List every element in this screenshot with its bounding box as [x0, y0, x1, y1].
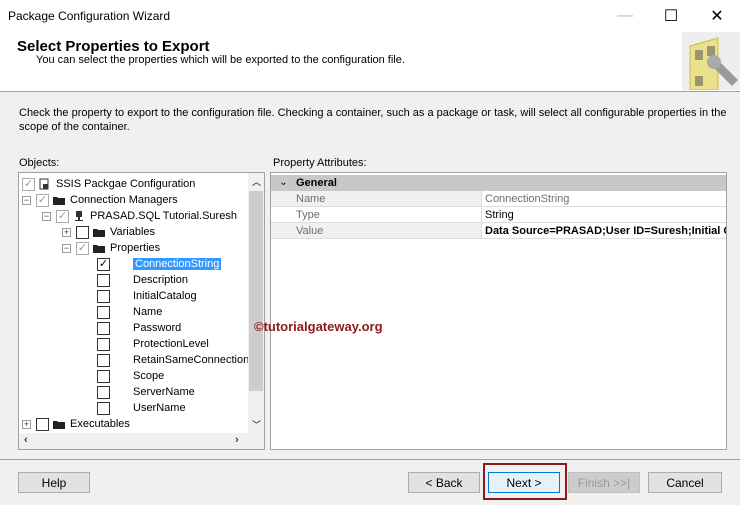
connection-icon	[75, 211, 83, 221]
scroll-left-icon[interactable]: ‹	[24, 434, 28, 446]
checkbox[interactable]	[97, 337, 110, 351]
property-grid[interactable]: ⌄ General Name ConnectionString Type String…	[270, 172, 727, 450]
wizard-header: Select Properties to Export You can sele…	[0, 32, 740, 92]
tree-item[interactable]: Scope	[97, 368, 164, 384]
property-value: Data Source=PRASAD;User ID=Suresh;Initia…	[481, 223, 726, 239]
chevron-down-icon[interactable]: ⌄	[271, 175, 296, 191]
tree-item[interactable]: + Variables	[62, 224, 155, 240]
tree-item[interactable]: − ✓ Properties	[62, 240, 160, 256]
page-title: Select Properties to Export	[17, 38, 210, 55]
tree-item[interactable]: − ✓ PRASAD.SQL Tutorial.Suresh	[42, 208, 237, 224]
tree-item[interactable]: ✓ ConnectionString	[97, 256, 222, 272]
tree-item-label: SSIS Packgae Configuration	[56, 178, 196, 190]
property-attributes-label: Property Attributes:	[273, 157, 367, 169]
expand-icon[interactable]: +	[62, 227, 71, 237]
tree-item-label: Name	[133, 306, 163, 318]
finish-button[interactable]: Finish >>|	[568, 472, 640, 493]
tree-item-label: Connection Managers	[70, 194, 178, 206]
checkbox[interactable]	[97, 353, 110, 367]
title-bar: Package Configuration Wizard — ☐ ✕	[0, 0, 740, 32]
checkbox[interactable]: ✓	[56, 209, 69, 223]
tree-item-label: RetainSameConnection	[133, 354, 250, 366]
property-name: Name	[271, 191, 481, 207]
checkbox[interactable]	[76, 225, 89, 239]
checkbox[interactable]	[97, 273, 110, 287]
checkbox[interactable]: ✓	[22, 177, 35, 191]
scrollbar-thumb[interactable]	[249, 191, 263, 391]
checkbox[interactable]	[36, 417, 49, 431]
property-row[interactable]: Name ConnectionString	[271, 191, 726, 207]
property-row[interactable]: Value Data Source=PRASAD;User ID=Suresh;I…	[271, 223, 726, 239]
collapse-icon[interactable]: −	[22, 195, 31, 205]
minimize-button[interactable]: —	[602, 0, 648, 32]
expand-icon[interactable]: +	[22, 419, 31, 429]
window-title: Package Configuration Wizard	[8, 9, 171, 23]
tree-item[interactable]: ProtectionLevel	[97, 336, 209, 352]
folder-icon	[53, 197, 65, 205]
collapse-icon[interactable]: −	[62, 243, 71, 253]
objects-tree[interactable]: ✓ SSIS Packgae Configuration − ✓ Connection …	[18, 172, 265, 450]
checkbox[interactable]: ✓	[97, 257, 110, 271]
property-value: ConnectionString	[481, 191, 726, 207]
tree-item[interactable]: Name	[97, 304, 162, 320]
tree-item[interactable]: ✓ SSIS Packgae Configuration	[22, 176, 195, 192]
tree-item-label: ServerName	[133, 386, 195, 398]
folder-icon	[93, 229, 105, 237]
folder-icon	[53, 421, 65, 429]
group-label: General	[296, 177, 337, 189]
wizard-logo-icon	[682, 32, 740, 90]
cancel-button[interactable]: Cancel	[648, 472, 722, 493]
tree-item-label: Description	[133, 274, 189, 286]
watermark: ©tutorialgateway.org	[254, 319, 383, 334]
tree-item[interactable]: RetainSameConnection	[97, 352, 249, 368]
tree-item-label: ConnectionString	[133, 258, 222, 270]
close-button[interactable]: ✕	[694, 0, 740, 32]
tree-item[interactable]: UserName	[97, 400, 186, 416]
scroll-right-icon[interactable]: ›	[235, 434, 239, 446]
tree-item-label: Password	[133, 322, 182, 334]
tree-item-label: PRASAD.SQL Tutorial.Suresh	[90, 210, 237, 222]
divider	[0, 459, 740, 460]
scroll-up-icon[interactable]: ︿	[252, 175, 261, 188]
property-name: Value	[271, 223, 481, 239]
checkbox[interactable]	[97, 321, 110, 335]
checkbox[interactable]	[97, 401, 110, 415]
package-icon	[39, 178, 49, 190]
tree-item[interactable]: ServerName	[97, 384, 195, 400]
collapse-icon[interactable]: −	[42, 211, 51, 221]
property-name: Type	[271, 207, 481, 223]
property-value: String	[481, 207, 726, 223]
tree-item-label: Executables	[70, 418, 130, 430]
checkbox[interactable]	[97, 385, 110, 399]
tree-item-label: UserName	[133, 402, 186, 414]
checkbox[interactable]	[97, 369, 110, 383]
tree-item-label: InitialCatalog	[133, 290, 197, 302]
tree-item-label: Properties	[110, 242, 161, 254]
maximize-button[interactable]: ☐	[648, 0, 694, 32]
vertical-scrollbar[interactable]: ︿ ﹀	[248, 173, 264, 433]
tree-item-label: ProtectionLevel	[133, 338, 209, 350]
tree-item[interactable]: + Executables	[22, 416, 130, 432]
next-button[interactable]: Next >	[488, 472, 560, 493]
scroll-down-icon[interactable]: ﹀	[252, 418, 261, 431]
back-button[interactable]: < Back	[408, 472, 480, 493]
checkbox[interactable]: ✓	[76, 241, 89, 255]
tree-item[interactable]: Description	[97, 272, 188, 288]
objects-label: Objects:	[19, 157, 60, 169]
help-button[interactable]: Help	[18, 472, 90, 493]
instructions-text: Check the property to export to the conf…	[19, 107, 727, 133]
tree-item-label: Scope	[133, 370, 165, 382]
tree-item[interactable]: Password	[97, 320, 181, 336]
checkbox[interactable]	[97, 305, 110, 319]
folder-icon	[93, 245, 105, 253]
property-row[interactable]: Type String	[271, 207, 726, 223]
horizontal-scrollbar[interactable]: ‹ ›	[19, 433, 264, 449]
tree-item-label: Variables	[110, 226, 156, 238]
page-subtitle: You can select the properties which will…	[36, 54, 405, 66]
tree-item[interactable]: − ✓ Connection Managers	[22, 192, 178, 208]
checkbox[interactable]	[97, 289, 110, 303]
property-group-general[interactable]: ⌄ General	[271, 175, 726, 191]
checkbox[interactable]: ✓	[36, 193, 49, 207]
tree-item[interactable]: InitialCatalog	[97, 288, 197, 304]
